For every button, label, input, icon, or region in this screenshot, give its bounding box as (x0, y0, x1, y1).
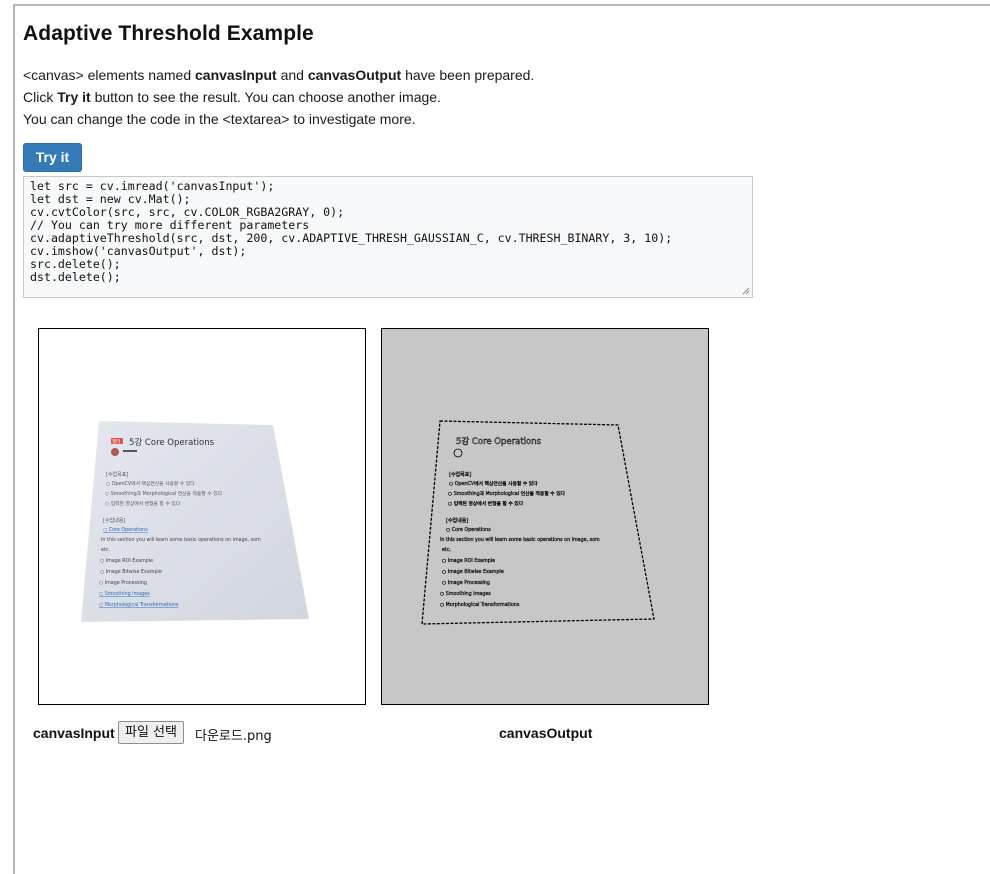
out-para: In this section you will learn some basi… (440, 537, 600, 543)
out-goal-1: ○ OpenCV에서 핵심연산을 사용할 수 있다 (449, 480, 538, 487)
goal-2: ○ Smoothing과 Morphological 연산을 적용할 수 있다 (105, 490, 223, 497)
doc-item-2: ○ Image Bitwise Example (100, 569, 162, 575)
doc-item-4: ○ Smoothing Images (99, 591, 150, 597)
canvas-output: 5강 Core Operations [수업목표] ○ OpenCV에서 핵심연… (381, 328, 709, 705)
author-line (123, 450, 137, 452)
canvas-output-caption: canvasOutput (499, 725, 593, 741)
out-item-4: ○ Smoothing Images (440, 591, 491, 597)
author-avatar (111, 448, 119, 456)
out-item-1: ○ Image ROI Example (442, 558, 495, 564)
doc-item-1: ○ Image ROI Example (100, 558, 153, 564)
intro-1-pre: <canvas> elements named (23, 67, 195, 83)
page-title: Adaptive Threshold Example (23, 22, 314, 45)
intro-line-2: Click Try it button to see the result. Y… (23, 89, 441, 105)
doc-para: In this section you will learn some basi… (101, 537, 261, 543)
out-item-2: ○ Image Bitwise Example (442, 569, 504, 575)
out-item-5: ○ Morphological Transformations (440, 602, 520, 608)
intro-2-try-it: Try it (57, 89, 91, 105)
code-textarea[interactable]: let src = cv.imread('canvasInput'); let … (23, 176, 753, 298)
chapter-tag: 챕터 (112, 438, 120, 445)
canvas-input: 챕터 5강 Core Operations [수업목표] ○ OpenCV에서 … (38, 328, 366, 705)
intro-1-mid: and (276, 67, 308, 83)
doc-link: ○ Core Operations (103, 527, 148, 533)
goals-title: [수업목표] (106, 471, 128, 478)
try-it-button[interactable]: Try it (23, 143, 82, 172)
out-heading: 5강 Core Operations (456, 436, 542, 447)
intro-line-3: You can change the code in the <textarea… (23, 111, 416, 127)
out-goal-3: ○ 입력된 영상에서 변형을 할 수 있다 (448, 500, 524, 507)
file-select-button[interactable]: 파일 선택 (118, 721, 184, 744)
canvas-input-caption: canvasInput (33, 725, 115, 741)
file-name: 다운로드.png (195, 729, 272, 744)
doc-item-3: ○ Image Processing (99, 580, 147, 586)
intro-1-post: have been prepared. (401, 67, 535, 83)
out-etc: etc. (442, 547, 451, 553)
out-goal-2: ○ Smoothing과 Morphological 연산을 적용할 수 있다 (448, 490, 566, 497)
goal-1: ○ OpenCV에서 핵심연산을 사용할 수 있다 (106, 480, 195, 487)
doc-etc: etc. (101, 547, 110, 553)
out-goals-title: [수업목표] (449, 471, 471, 478)
content-title: [수업내용] (103, 517, 125, 524)
resize-grip-icon[interactable] (742, 287, 750, 295)
intro-2-pre: Click (23, 89, 58, 105)
out-avatar (453, 448, 463, 458)
output-photo: 5강 Core Operations [수업목표] ○ OpenCV에서 핵심연… (421, 420, 655, 625)
code-text: let src = cv.imread('canvasInput'); let … (30, 179, 673, 284)
intro-line-1: <canvas> elements named canvasInput and … (23, 67, 534, 83)
input-photo: 챕터 5강 Core Operations [수업목표] ○ OpenCV에서 … (81, 421, 309, 622)
intro-2-post: button to see the result. You can choose… (90, 89, 441, 105)
out-item-3: ○ Image Processing (442, 580, 490, 586)
doc-item-5: ○ Morphological Transformations (99, 602, 179, 608)
out-content-title: [수업내용] (446, 517, 468, 524)
intro-1-canvas-output: canvasOutput (307, 67, 402, 83)
out-link: ○ Core Operations (446, 527, 491, 533)
intro-1-canvas-input: canvasInput (195, 67, 277, 83)
doc-heading: 5강 Core Operations (129, 437, 215, 448)
goal-3: ○ 입력된 영상에서 변형을 할 수 있다 (105, 500, 181, 507)
